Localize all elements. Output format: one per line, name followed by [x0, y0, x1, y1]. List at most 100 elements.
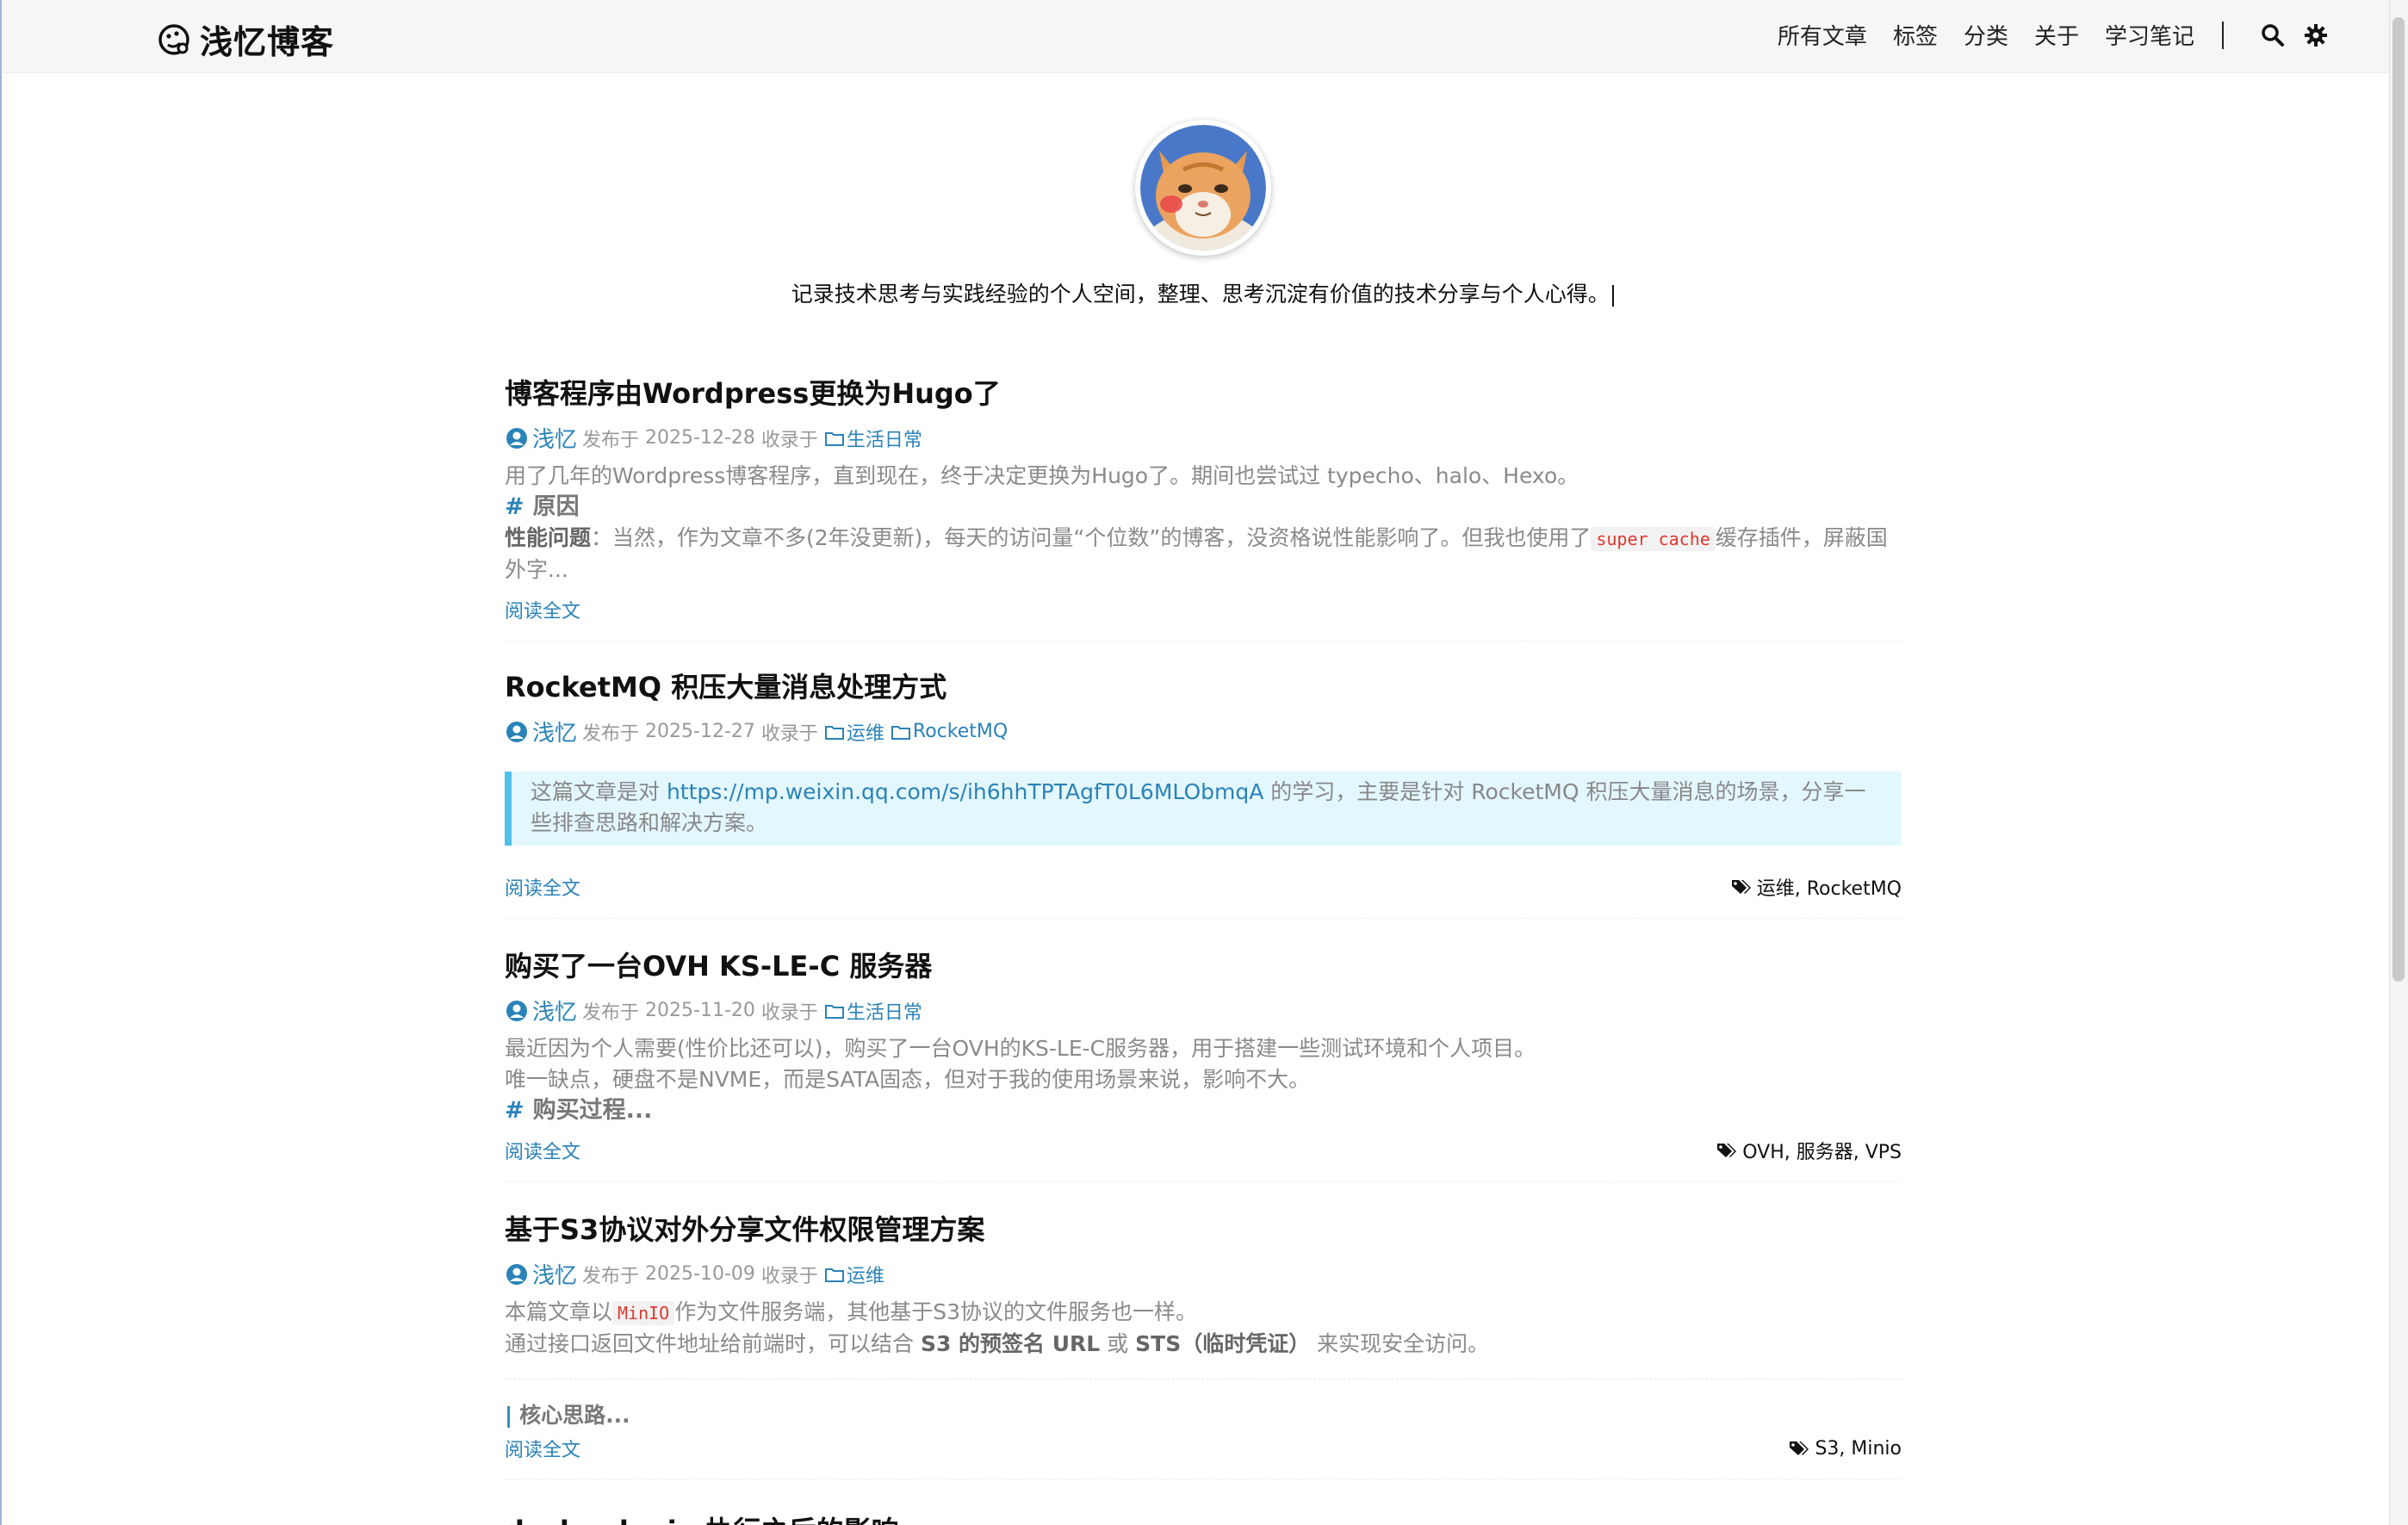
user-icon — [506, 1000, 527, 1021]
post-author[interactable]: 浅忆 — [532, 716, 577, 747]
post-category[interactable]: 生活日常 — [824, 425, 922, 452]
inline-code: MinIO — [612, 1301, 675, 1325]
page-scrollbar[interactable] — [2389, 0, 2408, 1525]
subheading-bar: | — [505, 1403, 513, 1428]
post-footer: 阅读全文 S3, Minio — [505, 1435, 1902, 1479]
heading-hash: # — [505, 493, 524, 520]
post-footer: 阅读全文 — [505, 596, 1902, 641]
post-date: 2025-12-27 — [645, 721, 755, 742]
post-meta: 浅忆 发布于 2025-12-28 收录于 生活日常 — [505, 422, 1902, 454]
excerpt-heading: 购买过程... — [532, 1097, 653, 1124]
post-title[interactable]: 基于S3协议对外分享文件权限管理方案 — [505, 1208, 1902, 1248]
post-item: RocketMQ 积压大量消息处理方式 浅忆 发布于 2025-12-27 收录… — [505, 666, 1902, 919]
read-more-link[interactable]: 阅读全文 — [505, 596, 580, 623]
category-label[interactable]: RocketMQ — [913, 721, 1008, 742]
post-tags: OVH, 服务器, VPS — [1716, 1137, 1902, 1164]
folder-icon — [824, 1268, 844, 1282]
scrollbar-thumb[interactable] — [2392, 17, 2405, 982]
notice-link[interactable]: https://mp.weixin.qq.com/s/ih6hhTPTAgfT0… — [667, 779, 1263, 804]
gear-icon[interactable] — [2303, 22, 2329, 48]
read-more-link[interactable]: 阅读全文 — [505, 1137, 580, 1164]
read-more-link[interactable]: 阅读全文 — [505, 1435, 580, 1462]
site-motto: 记录技术思考与实践经验的个人空间，整理、思考沉淀有价值的技术分享与个人心得。| — [791, 282, 1617, 307]
excerpt-text: ：当然，作为文章不多(2年没更新)，每天的访问量“个位数”的博客，没资格说性能影… — [591, 525, 1592, 550]
post-excerpt: 本篇文章以 MinIO 作为文件服务端，其他基于S3协议的文件服务也一样。 通过接口… — [505, 1297, 1902, 1360]
nav-all-posts[interactable]: 所有文章 — [1778, 19, 1867, 51]
post-title[interactable]: 购买了一台OVH KS-LE-C 服务器 — [505, 945, 1902, 984]
post-date: 2025-10-09 — [645, 1263, 755, 1285]
post-title[interactable]: docker login 执行之后的影响 — [505, 1510, 1902, 1525]
tags-text[interactable]: S3, Minio — [1815, 1438, 1902, 1460]
post-item: 基于S3协议对外分享文件权限管理方案 浅忆 发布于 2025-10-09 收录于… — [505, 1208, 1902, 1480]
site-title[interactable]: 浅忆博客 — [200, 15, 334, 63]
inline-code: super cache — [1591, 527, 1716, 551]
post-author[interactable]: 浅忆 — [532, 422, 577, 454]
excerpt-text: 作为文件服务端，其他基于S3协议的文件服务也一样。 — [674, 1299, 1198, 1324]
window-left-edge — [0, 0, 2, 1525]
post-item: 博客程序由Wordpress更换为Hugo了 浅忆 发布于 2025-12-28… — [505, 372, 1902, 642]
post-tags: 运维, RocketMQ — [1731, 873, 1902, 901]
included-label: 收录于 — [760, 1265, 818, 1287]
excerpt-paragraph: 本篇文章以 MinIO 作为文件服务端，其他基于S3协议的文件服务也一样。 — [505, 1297, 1902, 1329]
excerpt-paragraph: 通过接口返回文件地址给前端时，可以结合 S3 的预签名 URL 或 STS（临时… — [505, 1329, 1902, 1360]
post-title[interactable]: 博客程序由Wordpress更换为Hugo了 — [505, 372, 1902, 412]
post-category[interactable]: 运维 — [824, 718, 884, 746]
heading-hash: # — [505, 1097, 524, 1124]
category-label[interactable]: 生活日常 — [847, 425, 922, 452]
folder-icon — [824, 431, 844, 446]
excerpt-text: 来实现安全访问。 — [1310, 1331, 1490, 1356]
post-category[interactable]: 运维 — [824, 1261, 884, 1288]
strong-text: S3 的预签名 URL — [920, 1331, 1101, 1356]
folder-icon — [824, 725, 844, 740]
folder-icon — [824, 1004, 844, 1019]
excerpt-heading: 原因 — [532, 493, 580, 520]
excerpt-text: 通过接口返回文件地址给前端时，可以结合 — [505, 1331, 921, 1356]
tags-text[interactable]: OVH, 服务器, VPS — [1742, 1137, 1902, 1164]
read-more-link[interactable]: 阅读全文 — [505, 873, 580, 901]
site-header: 浅忆博客 所有文章 标签 分类 关于 学习笔记 — [2, 0, 2389, 73]
included-label: 收录于 — [760, 429, 818, 451]
excerpt-subheading: | 核心思路... — [505, 1398, 1902, 1429]
post-author[interactable]: 浅忆 — [532, 1258, 577, 1290]
nav-about[interactable]: 关于 — [2034, 19, 2079, 51]
published-label: 发布于 — [582, 722, 640, 745]
post-category[interactable]: 生活日常 — [824, 997, 922, 1025]
excerpt-paragraph: 用了几年的Wordpress博客程序，直到现在，终于决定更换为Hugo了。期间也… — [505, 463, 1579, 488]
excerpt-paragraph: 性能问题：当然，作为文章不多(2年没更新)，每天的访问量“个位数”的博客，没资格… — [505, 523, 1902, 586]
post-category[interactable]: RocketMQ — [891, 721, 1008, 742]
post-title[interactable]: RocketMQ 积压大量消息处理方式 — [505, 666, 1902, 705]
published-label: 发布于 — [582, 429, 640, 451]
tags-icon — [1717, 1144, 1737, 1157]
post-item: 购买了一台OVH KS-LE-C 服务器 浅忆 发布于 2025-11-20 收… — [505, 945, 1902, 1182]
post-excerpt: 最近因为个人需要(性价比还可以)，购买了一台OVH的KS-LE-C服务器，用于搭… — [505, 1033, 1902, 1126]
search-icon[interactable] — [2260, 22, 2286, 48]
post-excerpt: 用了几年的Wordpress博客程序，直到现在，终于决定更换为Hugo了。期间也… — [505, 461, 1902, 586]
tags-text[interactable]: 运维, RocketMQ — [1757, 873, 1902, 901]
strong-text: 性能问题 — [505, 525, 592, 550]
post-footer: 阅读全文 OVH, 服务器, VPS — [505, 1137, 1902, 1181]
excerpt-paragraph: 唯一缺点，硬盘不是NVME，而是SATA固态，但对于我的使用场景来说，影响不大。 — [505, 1067, 1311, 1092]
post-author[interactable]: 浅忆 — [532, 995, 577, 1026]
post-list: 博客程序由Wordpress更换为Hugo了 浅忆 发布于 2025-12-28… — [505, 372, 1902, 1525]
notice-block: 这篇文章是对 https://mp.weixin.qq.com/s/ih6hhT… — [505, 772, 1902, 846]
avatar[interactable] — [1135, 120, 1271, 256]
post-meta: 浅忆 发布于 2025-11-20 收录于 生活日常 — [505, 995, 1902, 1026]
nav-categories[interactable]: 分类 — [1964, 19, 2008, 51]
nav-tags[interactable]: 标签 — [1893, 19, 1938, 51]
post-tags: S3, Minio — [1789, 1438, 1902, 1460]
category-label[interactable]: 生活日常 — [847, 997, 922, 1025]
included-label: 收录于 — [760, 1001, 818, 1024]
post-date: 2025-12-28 — [645, 427, 755, 449]
main-nav: 所有文章 标签 分类 关于 学习笔记 — [1752, 19, 2329, 51]
category-label[interactable]: 运维 — [847, 1261, 884, 1288]
post-meta: 浅忆 发布于 2025-12-27 收录于 运维 RocketMQ — [505, 716, 1902, 747]
category-label[interactable]: 运维 — [847, 718, 884, 746]
brand-logo-icon — [158, 23, 189, 55]
site-brand[interactable]: 浅忆博客 — [157, 15, 334, 63]
post-footer: 阅读全文 运维, RocketMQ — [505, 873, 1902, 918]
nav-study-notes[interactable]: 学习笔记 — [2105, 19, 2194, 51]
folder-icon — [891, 725, 910, 740]
strong-text: STS（临时凭证） — [1135, 1331, 1311, 1356]
subheading-text: 核心思路... — [519, 1403, 630, 1428]
user-icon — [506, 1263, 527, 1285]
